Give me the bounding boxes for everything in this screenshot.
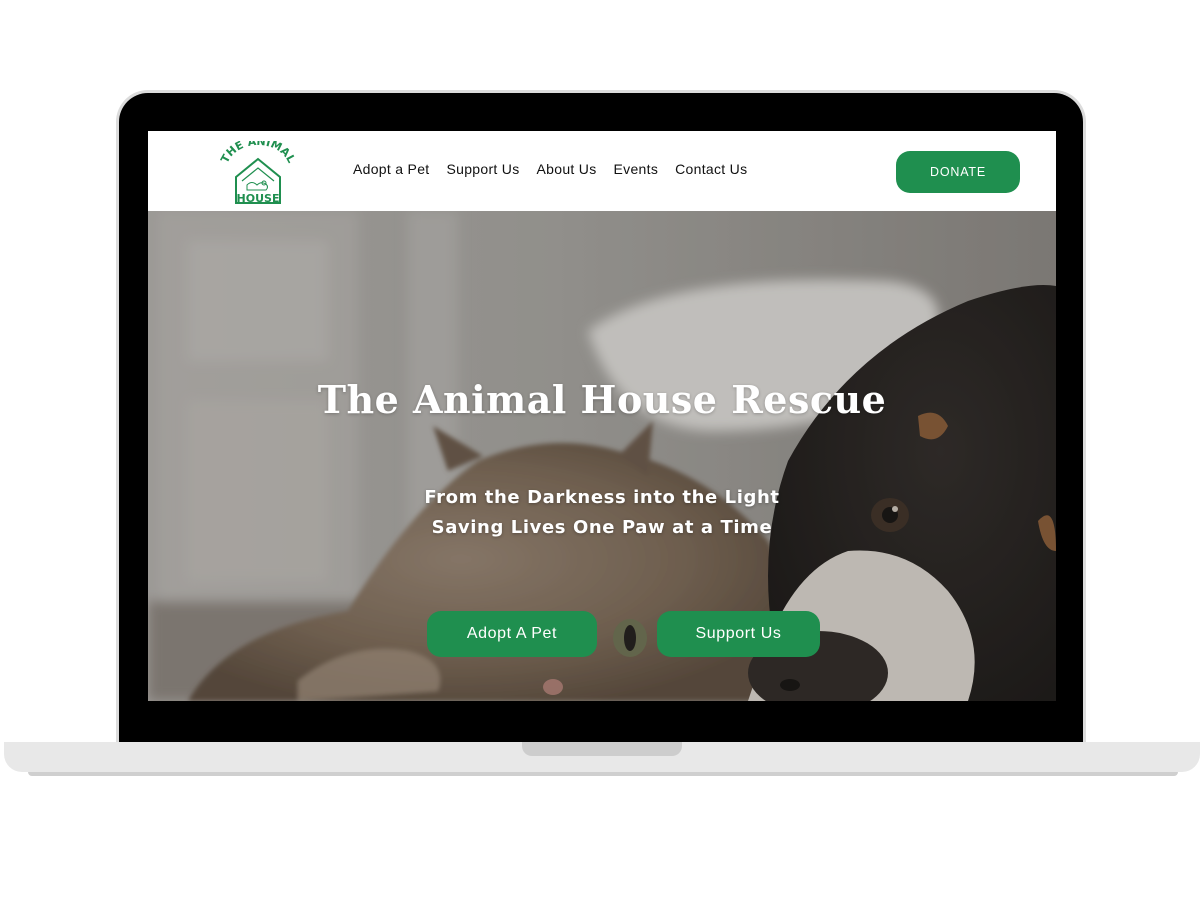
- donate-button[interactable]: DONATE: [896, 151, 1020, 193]
- hero-subtitle-line-1: From the Darkness into the Light: [424, 487, 780, 508]
- hero-support-us-button[interactable]: Support Us: [657, 611, 820, 657]
- nav-support-us[interactable]: Support Us: [446, 161, 519, 177]
- nav-about-us[interactable]: About Us: [537, 161, 597, 177]
- nav-events[interactable]: Events: [614, 161, 659, 177]
- laptop-notch: [522, 742, 682, 756]
- hero-background-photo: [148, 211, 1056, 701]
- hero-subtitle-line-2: Saving Lives One Paw at a Time: [431, 517, 773, 538]
- hero-section: The Animal House Rescue From the Darknes…: [148, 211, 1056, 701]
- nav-links: Adopt a Pet Support Us About Us Events C…: [353, 161, 764, 177]
- website-screen: THE ANIMAL HOUSE Adopt a Pet Support Us …: [148, 131, 1056, 701]
- laptop-base-shadow: [28, 772, 1178, 776]
- nav-adopt-a-pet[interactable]: Adopt a Pet: [353, 161, 429, 177]
- nav-contact-us[interactable]: Contact Us: [675, 161, 747, 177]
- navbar: THE ANIMAL HOUSE Adopt a Pet Support Us …: [148, 131, 1056, 211]
- hero-title: The Animal House Rescue: [317, 377, 887, 422]
- animal-house-logo[interactable]: THE ANIMAL HOUSE: [220, 141, 296, 205]
- logo-arc-text: THE ANIMAL: [220, 141, 296, 165]
- hero-adopt-a-pet-button[interactable]: Adopt A Pet: [427, 611, 597, 657]
- logo-house-text: HOUSE: [237, 192, 280, 205]
